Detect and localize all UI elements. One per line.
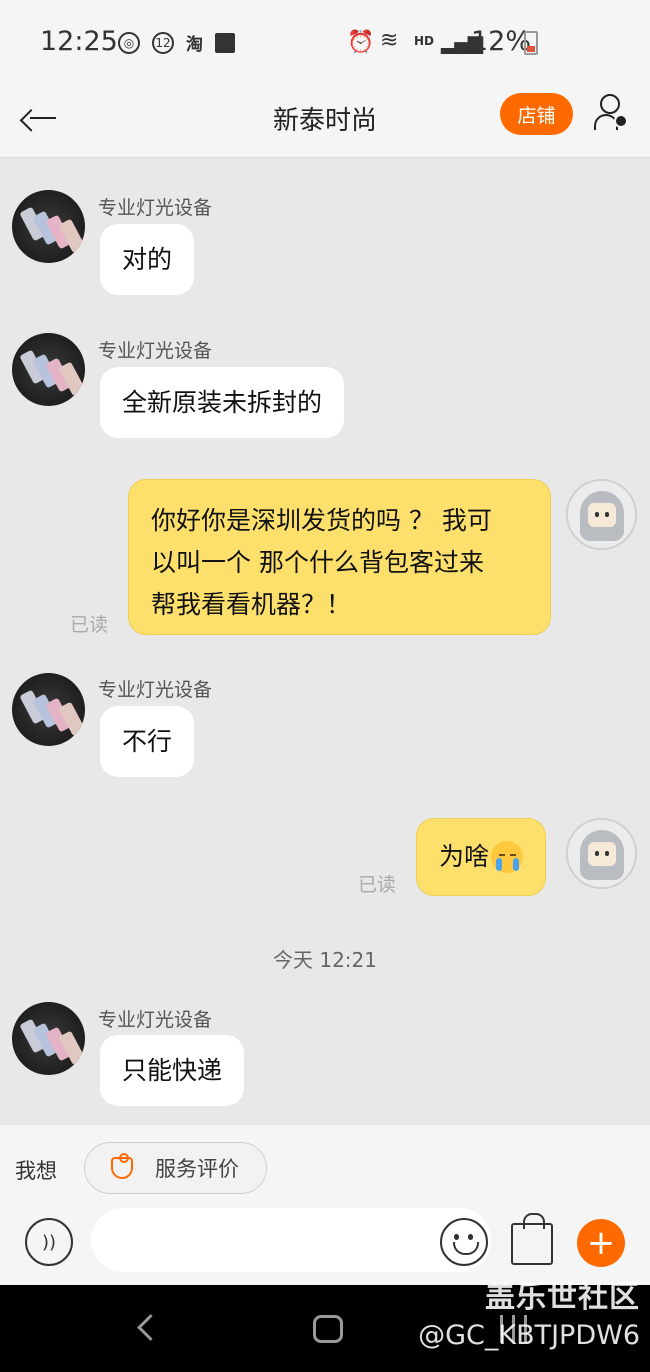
my-message-bubble[interactable]: 你好你是深圳发货的吗 ？ 我可 以叫一个 那个什么背包客过来 帮我看看机器？！ xyxy=(128,479,551,635)
badge-12-icon: 12 xyxy=(152,31,174,54)
message-line: 你好你是深圳发货的吗 ？ 我可 xyxy=(151,506,492,535)
message-bubble[interactable]: 对的 xyxy=(100,224,195,295)
image-icon xyxy=(215,32,235,53)
message-input[interactable] xyxy=(91,1208,491,1272)
wifi-icon: ≋ xyxy=(380,28,399,53)
read-status: 已读 xyxy=(358,874,397,896)
chat-header: 新泰时尚 店铺 xyxy=(0,80,650,158)
service-review-chip[interactable]: 服务评价 xyxy=(84,1142,267,1194)
system-nav-bar xyxy=(0,1285,650,1372)
user-settings-icon[interactable] xyxy=(594,94,628,130)
store-button[interactable]: 店铺 xyxy=(500,93,573,135)
suggest-label: 我想 xyxy=(15,1159,57,1183)
sender-name: 专业灯光设备 xyxy=(98,679,213,701)
nav-recents-icon[interactable] xyxy=(500,1315,528,1343)
plus-icon[interactable]: + xyxy=(577,1219,625,1267)
hd-label: HD xyxy=(414,34,435,48)
chat-area[interactable]: 专业灯光设备 对的 专业灯光设备 全新原装未拆封的 你好你是深圳发货的吗 ？ 我… xyxy=(0,158,650,1125)
shopping-bag-icon[interactable] xyxy=(511,1213,553,1265)
message-bubble[interactable]: 全新原装未拆封的 xyxy=(100,367,345,438)
read-status: 已读 xyxy=(70,614,109,636)
voice-input-icon[interactable]: )) xyxy=(25,1218,73,1266)
my-avatar[interactable] xyxy=(566,479,637,550)
message-line: 以叫一个 那个什么背包客过来 xyxy=(151,548,484,577)
notification-icons: ◎ 12 淘 xyxy=(118,30,235,55)
alarm-icon: ⏰ xyxy=(347,30,375,55)
time-divider: 今天 12:21 xyxy=(273,948,377,972)
shop-avatar[interactable] xyxy=(12,673,85,746)
taobao-icon: 淘 xyxy=(186,35,203,55)
emoji-icon[interactable] xyxy=(440,1218,488,1266)
battery-icon xyxy=(524,31,538,55)
battery-percent: 12% xyxy=(471,26,532,57)
message-bubble[interactable]: 不行 xyxy=(100,706,195,777)
status-bar: 12:25 ◎ 12 淘 ⏰ ≋ HD ▂▄▆ 12% xyxy=(0,0,650,80)
shop-avatar[interactable] xyxy=(12,190,85,263)
sender-name: 专业灯光设备 xyxy=(98,340,213,362)
message-bubble[interactable]: 只能快递 xyxy=(100,1035,245,1106)
chip-label: 服务评价 xyxy=(155,1157,239,1181)
flower-icon xyxy=(111,1153,133,1179)
sender-name: 专业灯光设备 xyxy=(98,197,213,219)
sender-name: 专业灯光设备 xyxy=(98,1009,213,1031)
input-bar: )) + xyxy=(0,1207,650,1285)
message-line: 帮我看看机器？！ xyxy=(151,590,352,619)
nav-back-icon[interactable] xyxy=(135,1312,157,1346)
my-avatar[interactable] xyxy=(566,818,637,889)
status-time: 12:25 xyxy=(40,26,118,57)
app-circle-icon: ◎ xyxy=(118,31,140,54)
nav-home-icon[interactable] xyxy=(313,1315,343,1343)
suggestion-bar: 我想 服务评价 xyxy=(0,1125,650,1207)
back-arrow-icon[interactable] xyxy=(28,98,58,138)
crying-face-icon xyxy=(491,841,524,873)
message-text: 为啥 xyxy=(439,842,490,871)
shop-avatar[interactable] xyxy=(12,333,85,406)
shop-avatar[interactable] xyxy=(12,1002,85,1075)
my-message-bubble[interactable]: 为啥 xyxy=(416,818,547,896)
